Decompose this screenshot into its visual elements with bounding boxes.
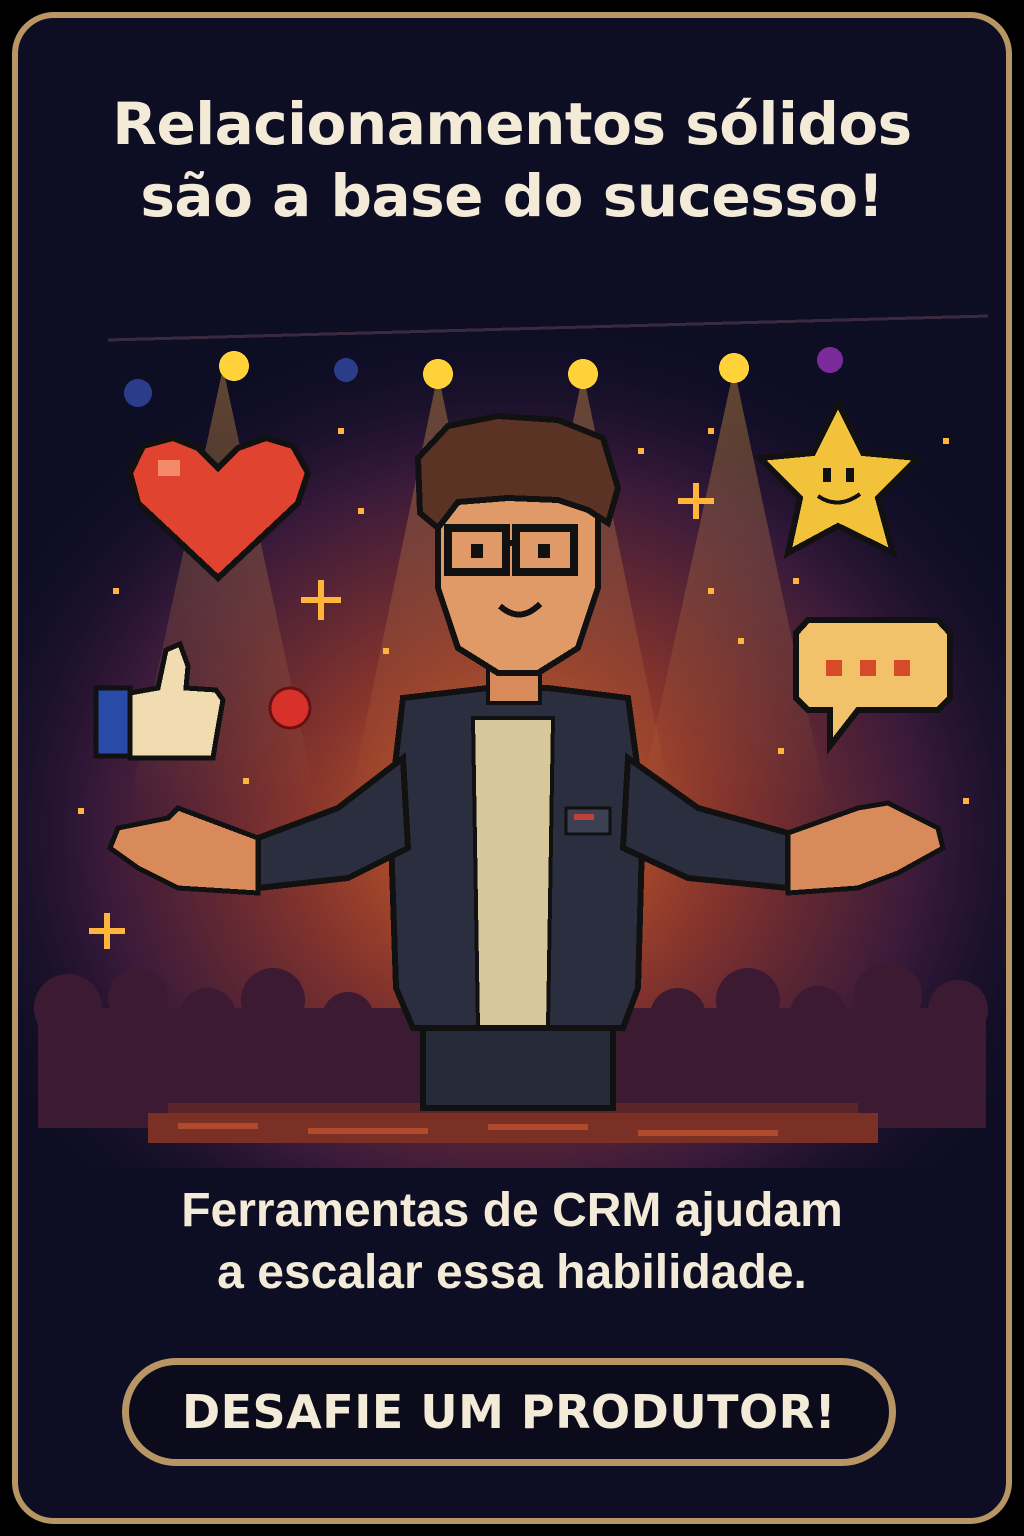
- promo-card: Relacionamentos sólidos são a base do su…: [12, 12, 1012, 1524]
- subheadline-line-2: a escalar essa habilidade.: [217, 1246, 807, 1299]
- stage-light-icon: [124, 379, 152, 407]
- challenge-producer-button[interactable]: DESAFIE UM PRODUTOR!: [122, 1358, 896, 1466]
- subheadline-line-1: Ferramentas de CRM ajudam: [181, 1184, 843, 1237]
- red-ball: [268, 686, 312, 730]
- pixel-art-scene: [18, 288, 1006, 1168]
- stage-light-icon: [219, 351, 249, 381]
- stage-light-icon: [817, 347, 843, 373]
- stage-light-icon: [719, 353, 749, 383]
- stage-light-icon: [568, 359, 598, 389]
- headline-line-2: são a base do sucesso!: [140, 162, 884, 230]
- stage-light-icon: [423, 359, 453, 389]
- headline: Relacionamentos sólidos são a base do su…: [18, 88, 1006, 232]
- subheadline: Ferramentas de CRM ajudam a escalar essa…: [18, 1180, 1006, 1304]
- stage-light-icon: [334, 358, 358, 382]
- headline-line-1: Relacionamentos sólidos: [112, 90, 912, 158]
